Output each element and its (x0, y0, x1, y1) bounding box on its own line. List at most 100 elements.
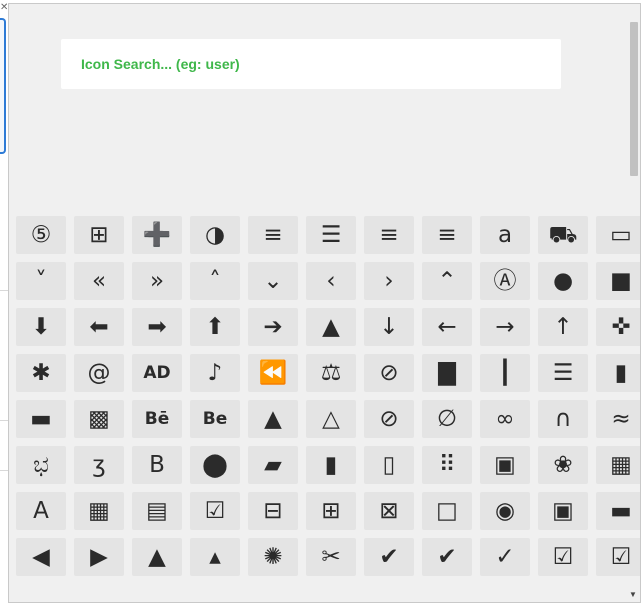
icon-cell[interactable]: ≡ (422, 216, 472, 254)
icon-cell[interactable]: ⠿ (422, 446, 472, 484)
icon-cell[interactable]: ▲ (248, 400, 298, 438)
icon-cell[interactable]: ≡ (248, 216, 298, 254)
icon-cell[interactable]: ˄ (190, 262, 240, 300)
icon-grid: ⑤ ⊞ ➕ ◑ ≡ ☰ ≡ ≡ a ⛟ ▭ ˅ «» ˄ ⌄ ‹ › ⌃ Ⓐ ● ■ ⬇ ⬅ ➡ ⬆ ➔ ▲ ↓ ← → ↑ ✜ ✱ @ AD ♪ ⏪ ⚖… (16, 216, 640, 576)
icon-cell[interactable]: ▣ (538, 492, 588, 530)
icon-cell[interactable]: ☰ (538, 354, 588, 392)
icon-cell[interactable]: ✓ (480, 538, 530, 576)
icon-cell[interactable]: ಭ (16, 446, 66, 484)
icon-cell[interactable]: ☑ (190, 492, 240, 530)
icon-cell[interactable]: ˅ (16, 262, 66, 300)
arrow-circle-right-icon: ➡ (147, 313, 167, 340)
icon-cell[interactable]: a (480, 216, 530, 254)
icon-cell[interactable]: ▲ (132, 538, 182, 576)
icon-cell[interactable]: ∩ (538, 400, 588, 438)
icon-cell[interactable]: ▶ (74, 538, 124, 576)
icon-cell[interactable]: » (132, 262, 182, 300)
icon-cell[interactable]: ✔ (422, 538, 472, 576)
icon-cell[interactable]: ⏪ (248, 354, 298, 392)
icon-cell[interactable]: ▣ (480, 446, 530, 484)
background-divider (0, 420, 8, 421)
icon-cell[interactable]: ∞ (480, 400, 530, 438)
icon-cell[interactable]: ▮ (306, 446, 356, 484)
icon-cell[interactable]: Bē (132, 400, 182, 438)
icon-cell[interactable]: ▲ (306, 308, 356, 346)
icon-cell[interactable]: ➡ (132, 308, 182, 346)
icon-cell[interactable]: ▬ (16, 400, 66, 438)
icon-cell[interactable]: ✺ (248, 538, 298, 576)
icon-cell[interactable]: AD (132, 354, 182, 392)
scrollbar[interactable]: ▼ (628, 22, 638, 600)
icon-cell[interactable]: ↑ (538, 308, 588, 346)
icon-cell[interactable]: ⊘ (364, 354, 414, 392)
icon-cell[interactable]: ➔ (248, 308, 298, 346)
icon-cell[interactable]: ▩ (74, 400, 124, 438)
icon-cell[interactable]: ▰ (248, 446, 298, 484)
camera-retro-icon: ▣ (552, 497, 574, 524)
icon-cell[interactable]: ⊞ (306, 492, 356, 530)
icon-cell[interactable]: □ (422, 492, 472, 530)
bicycle-icon: ∞ (495, 405, 515, 432)
caret-square-right-icon: ▶ (90, 543, 108, 570)
icon-cell[interactable]: ┃ (480, 354, 530, 392)
icon-cell[interactable]: ⌃ (422, 262, 472, 300)
icon-cell[interactable]: ʒ (74, 446, 124, 484)
icon-cell[interactable]: Be (190, 400, 240, 438)
icon-cell[interactable]: ✂ (306, 538, 356, 576)
icon-cell[interactable]: ← (422, 308, 472, 346)
bookmark-icon: ▮ (324, 451, 338, 478)
icon-cell[interactable]: ⚖ (306, 354, 356, 392)
icon-cell[interactable]: ▇ (422, 354, 472, 392)
check-circle-icon: ✔ (437, 543, 457, 570)
icon-cell[interactable]: ◉ (480, 492, 530, 530)
icon-cell[interactable]: ▤ (132, 492, 182, 530)
icon-cell[interactable]: ➕ (132, 216, 182, 254)
bars-icon: ☰ (552, 359, 574, 386)
icon-cell[interactable]: › (364, 262, 414, 300)
briefcase-icon: ▣ (494, 451, 516, 478)
icon-cell[interactable]: ∅ (422, 400, 472, 438)
amazon-icon: a (497, 221, 513, 248)
close-icon[interactable]: ✕ (0, 3, 8, 13)
icon-cell[interactable]: ▦ (74, 492, 124, 530)
icon-cell[interactable]: @ (74, 354, 124, 392)
icon-cell[interactable]: ✔ (364, 538, 414, 576)
calendar-o-icon: □ (436, 497, 458, 524)
icon-cell[interactable]: △ (306, 400, 356, 438)
icon-cell[interactable]: Ⓐ (480, 262, 530, 300)
icon-cell[interactable]: ⛟ (538, 216, 588, 254)
icon-search-input[interactable] (61, 39, 561, 89)
icon-cell[interactable]: → (480, 308, 530, 346)
scrollbar-thumb[interactable] (630, 22, 638, 176)
icon-cell[interactable]: ◑ (190, 216, 240, 254)
icon-cell[interactable]: ⬅ (74, 308, 124, 346)
icon-cell[interactable]: ⌄ (248, 262, 298, 300)
icon-cell[interactable]: « (74, 262, 124, 300)
at-icon: @ (87, 359, 111, 386)
icon-cell[interactable]: ⬇ (16, 308, 66, 346)
icon-cell[interactable]: ↓ (364, 308, 414, 346)
icon-cell[interactable]: B (132, 446, 182, 484)
icon-cell[interactable]: A (16, 492, 66, 530)
icon-cell[interactable]: ⑤ (16, 216, 66, 254)
icon-cell[interactable]: ▯ (364, 446, 414, 484)
icon-cell[interactable]: ☑ (538, 538, 588, 576)
icon-cell[interactable]: ≡ (364, 216, 414, 254)
icon-cell[interactable]: ⊞ (74, 216, 124, 254)
icon-cell[interactable]: ▴ (190, 538, 240, 576)
icon-cell[interactable]: ⊟ (248, 492, 298, 530)
icon-cell[interactable]: ☰ (306, 216, 356, 254)
scroll-down-arrow-icon[interactable]: ▼ (628, 590, 638, 600)
icon-cell[interactable]: ◀ (16, 538, 66, 576)
icon-cell[interactable]: ● (538, 262, 588, 300)
icon-cell[interactable]: ‹ (306, 262, 356, 300)
icon-cell[interactable]: ⬆ (190, 308, 240, 346)
icon-cell[interactable]: ⬤ (190, 446, 240, 484)
bomb-icon: ⬤ (202, 451, 228, 478)
icon-cell[interactable]: ❀ (538, 446, 588, 484)
icon-cell[interactable]: ⊘ (364, 400, 414, 438)
arrow-circle-up-icon: ⬆ (205, 313, 225, 340)
icon-cell[interactable]: ✱ (16, 354, 66, 392)
icon-cell[interactable]: ♪ (190, 354, 240, 392)
icon-cell[interactable]: ⊠ (364, 492, 414, 530)
